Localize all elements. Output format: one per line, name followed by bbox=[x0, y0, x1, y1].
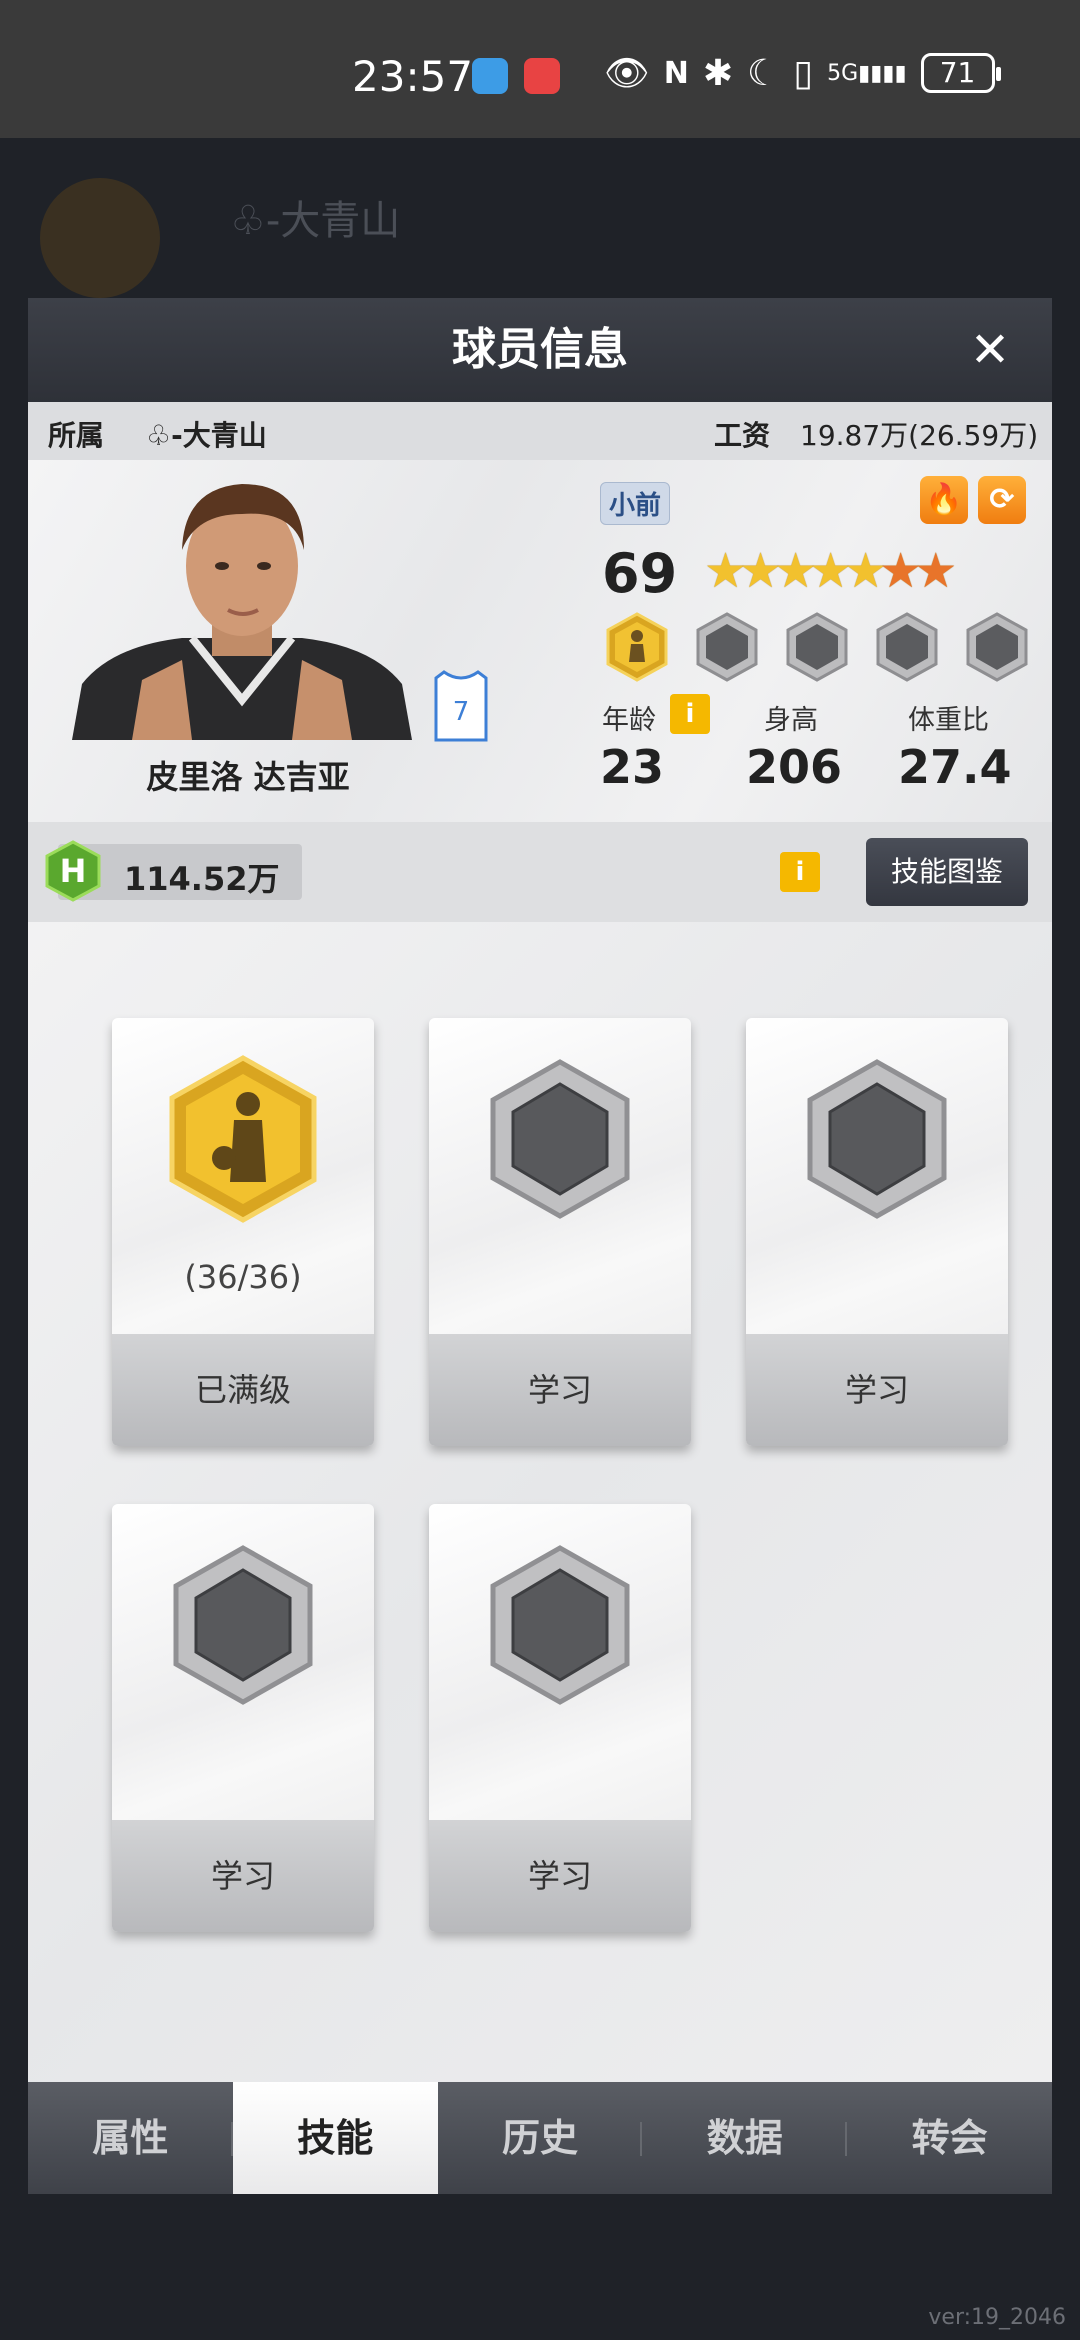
tab-transfer[interactable]: 转会 bbox=[847, 2082, 1052, 2194]
info-bar: 所属 ♧-大青山 工资 19.87万(26.59万) bbox=[28, 402, 1052, 460]
skill-info-icon[interactable]: i bbox=[780, 852, 820, 892]
eye-icon: 👁 bbox=[604, 53, 650, 94]
skill-locked-icon bbox=[490, 1545, 630, 1705]
salary-label: 工资 bbox=[714, 419, 771, 452]
overall-rating: 69 bbox=[602, 542, 678, 605]
learn-skill-button[interactable]: 学习 bbox=[429, 1820, 691, 1932]
dialog-header: 球员信息 ✕ bbox=[28, 298, 1052, 402]
skill-unlocked-icon bbox=[169, 1055, 317, 1223]
tab-attributes[interactable]: 属性 bbox=[28, 2082, 233, 2194]
version-label: ver:19_2046 bbox=[928, 2305, 1066, 2330]
position-badge: 小前 bbox=[600, 482, 671, 525]
affiliation-value: ♧-大青山 bbox=[146, 419, 267, 452]
fire-icon[interactable]: 🔥 bbox=[920, 476, 968, 524]
dialog-title: 球员信息 bbox=[452, 324, 628, 375]
background-team-name: ♧-大青山 bbox=[230, 198, 401, 244]
svg-text:7: 7 bbox=[453, 697, 470, 727]
nfc-icon: N bbox=[663, 55, 689, 91]
close-button[interactable]: ✕ bbox=[966, 326, 1014, 374]
skill-locked-icon bbox=[173, 1545, 313, 1705]
jersey-icon: 7 bbox=[434, 670, 488, 742]
player-panel: 7 皮里洛 达吉亚 小前 🔥 ⟳ 69 ★ ★ ★ ★ ★ ★ ★ 年龄 i 身… bbox=[28, 460, 1052, 822]
bluetooth-icon: ✱ bbox=[702, 52, 733, 94]
learn-skill-button[interactable]: 学习 bbox=[746, 1334, 1008, 1446]
skill-status-button[interactable]: 已满级 bbox=[112, 1334, 374, 1446]
player-info-dialog: 球员信息 ✕ 所属 ♧-大青山 工资 19.87万(26.59万) 7 皮里洛 … bbox=[28, 298, 1052, 2194]
skill-badge-locked-icon bbox=[786, 612, 848, 682]
currency-value: 114.52万 bbox=[124, 860, 280, 898]
skill-locked-icon bbox=[807, 1059, 947, 1219]
tab-bar: 属性 技能 历史 数据 转会 bbox=[28, 2082, 1052, 2194]
svg-text:H: H bbox=[60, 852, 87, 890]
skill-badge-locked-icon bbox=[966, 612, 1028, 682]
skill-badge-unlocked-icon bbox=[606, 612, 668, 682]
height-value: 206 bbox=[746, 740, 843, 794]
height-label: 身高 bbox=[764, 705, 818, 736]
status-bar: 23:57 👁 N ✱ ☾ ▯ 5G▮▮▮▮ 71 bbox=[0, 0, 1080, 138]
age-info-icon[interactable]: i bbox=[670, 694, 710, 734]
signal-icon: 5G▮▮▮▮ bbox=[827, 60, 907, 86]
currency-bar: H 114.52万 i 技能图鉴 bbox=[28, 822, 1052, 922]
age-value: 23 bbox=[600, 740, 665, 794]
skill-card[interactable]: (36/36) 已满级 bbox=[112, 1018, 374, 1446]
skill-badge-locked-icon bbox=[876, 612, 938, 682]
star-rating: ★ ★ ★ ★ ★ ★ ★ bbox=[704, 546, 957, 596]
team-logo bbox=[40, 178, 160, 298]
weight-ratio-label: 体重比 bbox=[908, 705, 989, 736]
skill-cards-area: (36/36) 已满级 学习 学习 学习 学习 bbox=[28, 922, 1052, 2082]
age-label: 年龄 bbox=[602, 705, 656, 736]
skill-card[interactable]: 学习 bbox=[112, 1504, 374, 1932]
tab-history[interactable]: 历史 bbox=[438, 2082, 643, 2194]
learn-skill-button[interactable]: 学习 bbox=[112, 1820, 374, 1932]
refresh-icon[interactable]: ⟳ bbox=[978, 476, 1026, 524]
app-notification-icon bbox=[524, 58, 560, 94]
vibrate-icon: ▯ bbox=[793, 52, 814, 94]
star-icon: ★ bbox=[914, 543, 958, 599]
salary-value: 19.87万(26.59万) bbox=[800, 419, 1039, 452]
skill-badge-locked-icon bbox=[696, 612, 758, 682]
tab-skills[interactable]: 技能 bbox=[232, 2082, 438, 2194]
skill-locked-icon bbox=[490, 1059, 630, 1219]
battery-icon: 71 bbox=[920, 53, 1001, 93]
moon-icon: ☾ bbox=[746, 52, 780, 94]
tab-stats[interactable]: 数据 bbox=[642, 2082, 848, 2194]
status-time: 23:57 bbox=[352, 52, 474, 101]
player-portrait bbox=[72, 484, 412, 740]
affiliation-label: 所属 bbox=[48, 419, 105, 452]
skill-card[interactable]: 学习 bbox=[429, 1504, 691, 1932]
skill-card[interactable]: 学习 bbox=[746, 1018, 1008, 1446]
currency-h-icon: H bbox=[45, 840, 101, 902]
skill-card[interactable]: 学习 bbox=[429, 1018, 691, 1446]
weight-ratio-value: 27.4 bbox=[898, 740, 1012, 794]
app-notification-icon bbox=[472, 58, 508, 94]
learn-skill-button[interactable]: 学习 bbox=[429, 1334, 691, 1446]
player-name: 皮里洛 达吉亚 bbox=[146, 758, 350, 796]
skill-progress: (36/36) bbox=[184, 1258, 302, 1296]
status-icons: 👁 N ✱ ☾ ▯ 5G▮▮▮▮ 71 bbox=[604, 52, 1001, 94]
skill-guide-button[interactable]: 技能图鉴 bbox=[866, 838, 1028, 906]
